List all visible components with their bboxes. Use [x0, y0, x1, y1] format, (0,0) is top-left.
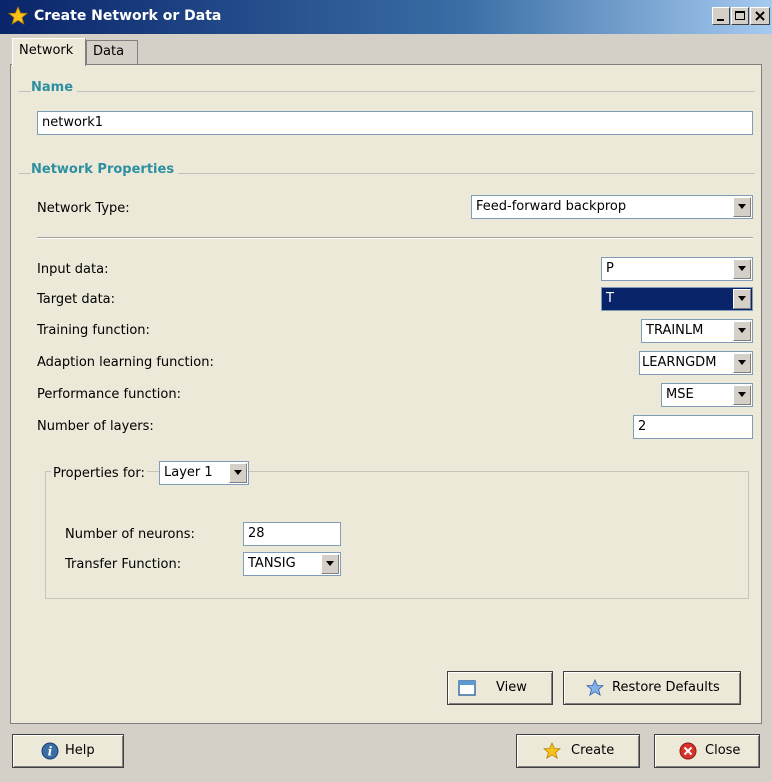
close-button-label: Close [705, 743, 741, 758]
adaption-learning-function-value: LEARNGDM [642, 355, 717, 370]
dropdown-arrow-icon [733, 353, 751, 373]
view-button-label: View [496, 680, 527, 695]
window-icon [458, 680, 476, 696]
layer-select[interactable]: Layer 1 [159, 461, 249, 485]
tab-data[interactable]: Data [86, 40, 138, 64]
training-function-value: TRAINLM [646, 323, 704, 338]
info-icon: i [41, 742, 59, 760]
dropdown-arrow-icon [733, 259, 751, 279]
create-button[interactable]: Create [516, 734, 640, 768]
number-of-layers-label: Number of layers: [37, 419, 154, 434]
dropdown-arrow-icon [321, 554, 339, 574]
title-bar[interactable]: Create Network or Data [0, 0, 772, 34]
number-of-neurons-input[interactable]: 28 [243, 522, 341, 546]
target-data-value: T [606, 291, 614, 306]
close-icon [755, 11, 765, 21]
network-type-label: Network Type: [37, 201, 130, 216]
dropdown-arrow-icon [733, 197, 751, 217]
maximize-icon [735, 11, 745, 20]
restore-defaults-button[interactable]: Restore Defaults [563, 671, 741, 705]
window-title: Create Network or Data [34, 8, 222, 24]
network-name-input[interactable]: network1 [37, 111, 753, 135]
name-group-line [19, 91, 755, 92]
target-data-label: Target data: [37, 292, 116, 307]
name-section-title: Name [31, 80, 78, 95]
create-network-window: Create Network or Data Network Data Name… [0, 0, 772, 782]
performance-function-select[interactable]: MSE [661, 383, 753, 407]
star-icon [586, 679, 604, 697]
transfer-function-value: TANSIG [248, 556, 296, 571]
network-type-select[interactable]: Feed-forward backprop [471, 195, 753, 219]
svg-text:i: i [48, 745, 53, 759]
maximize-button[interactable] [731, 7, 749, 25]
input-data-value: P [606, 261, 614, 276]
target-data-select[interactable]: T [601, 287, 753, 311]
star-icon [543, 742, 561, 760]
close-window-button[interactable] [750, 7, 770, 25]
properties-for-label: Properties for: [51, 466, 147, 481]
number-of-neurons-label: Number of neurons: [65, 527, 195, 542]
help-button[interactable]: i Help [12, 734, 124, 768]
help-button-label: Help [65, 743, 95, 758]
training-function-label: Training function: [37, 323, 150, 338]
input-data-select[interactable]: P [601, 257, 753, 281]
dropdown-arrow-icon [733, 385, 751, 405]
close-circle-icon [679, 742, 697, 760]
create-button-label: Create [571, 743, 615, 758]
minimize-button[interactable] [712, 7, 730, 25]
network-tab-panel: Name network1 Network Properties Network… [10, 64, 762, 724]
performance-function-label: Performance function: [37, 387, 181, 402]
input-data-label: Input data: [37, 262, 109, 277]
training-function-select[interactable]: TRAINLM [641, 319, 753, 343]
view-button[interactable]: View [447, 671, 553, 705]
adaption-learning-function-label: Adaption learning function: [37, 355, 214, 370]
performance-function-value: MSE [666, 387, 694, 402]
adaption-learning-function-select[interactable]: LEARNGDM [639, 351, 753, 375]
star-icon [8, 6, 28, 25]
network-type-value: Feed-forward backprop [476, 199, 627, 214]
separator [37, 237, 753, 239]
restore-defaults-label: Restore Defaults [612, 680, 720, 695]
tab-network[interactable]: Network [12, 38, 86, 66]
layer-value: Layer 1 [164, 465, 213, 480]
minimize-icon [717, 19, 724, 21]
dropdown-arrow-icon [733, 289, 751, 309]
transfer-function-label: Transfer Function: [65, 557, 182, 572]
network-properties-title: Network Properties [31, 162, 179, 177]
close-button[interactable]: Close [654, 734, 760, 768]
number-of-layers-input[interactable]: 2 [633, 415, 753, 439]
dropdown-arrow-icon [229, 463, 247, 483]
dropdown-arrow-icon [733, 321, 751, 341]
transfer-function-select[interactable]: TANSIG [243, 552, 341, 576]
